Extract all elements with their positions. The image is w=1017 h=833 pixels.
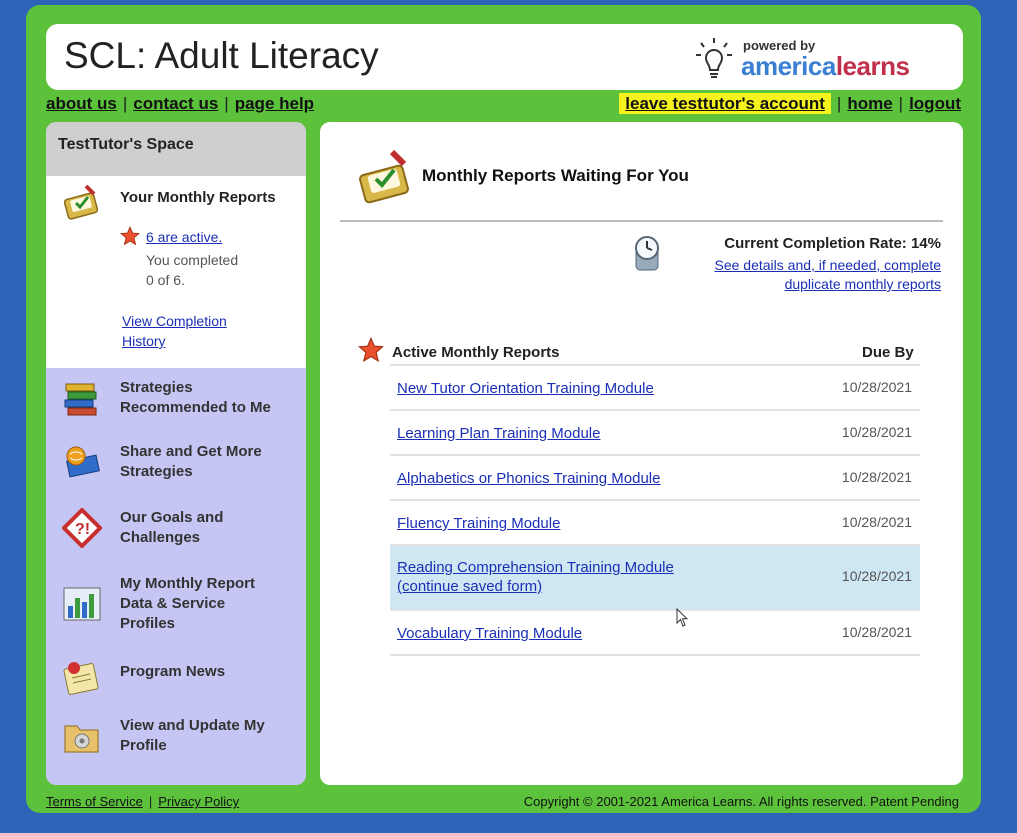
star-icon [358, 337, 384, 363]
due-date: 10/28/2021 [841, 514, 912, 530]
sidebar-item-label: Share and Get More Strategies [120, 443, 262, 480]
main-content: Monthly Reports Waiting For You Current … [320, 122, 963, 785]
sidebar-item-label: My Monthly Report Data & Service Profiles [120, 575, 255, 632]
books-icon [64, 383, 97, 416]
sidebar-item-share-strategies[interactable]: Share and Get More Strategies [46, 442, 306, 502]
table-row: Fluency Training Module 10/28/2021 [390, 499, 920, 544]
leave-account-link[interactable]: leave testtutor's account [619, 93, 831, 114]
table-row: Vocabulary Training Module 10/28/2021 [390, 609, 920, 654]
table-bottom-border [390, 654, 920, 656]
report-link[interactable]: Alphabetics or Phonics Training Module [397, 469, 660, 488]
privacy-policy-link[interactable]: Privacy Policy [158, 794, 239, 809]
header-bar: SCL: Adult Literacy powered by americale… [46, 24, 963, 90]
due-date: 10/28/2021 [841, 469, 912, 485]
due-date: 10/28/2021 [841, 568, 912, 584]
sidebar-item-strategies[interactable]: Strategies Recommended to Me [46, 378, 306, 438]
about-us-link[interactable]: about us [46, 94, 117, 113]
due-date: 10/28/2021 [841, 424, 912, 440]
star-icon [120, 226, 140, 246]
sidebar: TestTutor's Space Your Monthly Reports 6… [46, 122, 306, 785]
bottom-bar [0, 813, 1017, 833]
book-globe-icon [66, 446, 100, 478]
logout-link[interactable]: logout [909, 94, 961, 113]
copyright-text: Copyright © 2001-2021 America Learns. Al… [523, 794, 959, 809]
top-nav-left: about us | contact us | page help [46, 94, 315, 113]
stopwatch-icon [635, 236, 659, 271]
due-date: 10/28/2021 [841, 379, 912, 395]
sidebar-item-monthly-report-data[interactable]: My Monthly Report Data & Service Profiles [46, 574, 306, 638]
sidebar-item-label: View and Update My Profile [120, 717, 265, 754]
clipboard-pencil-icon [359, 149, 409, 204]
lightbulb-icon [696, 38, 732, 78]
report-link[interactable]: Learning Plan Training Module [397, 424, 600, 443]
reports-table: New Tutor Orientation Training Module 10… [390, 364, 920, 656]
svg-text:?!: ?! [75, 521, 90, 538]
divider [340, 220, 943, 222]
news-icon [63, 662, 99, 695]
sidebar-item-label: Strategies Recommended to Me [120, 379, 271, 416]
sidebar-item-update-profile[interactable]: View and Update My Profile [46, 716, 306, 776]
your-monthly-reports-label[interactable]: Your Monthly Reports [120, 189, 276, 206]
view-completion-history-link[interactable]: View Completion History [122, 311, 227, 351]
sidebar-item-goals[interactable]: ?! Our Goals and Challenges [46, 508, 306, 568]
contact-us-link[interactable]: contact us [133, 94, 218, 113]
sidebar-title: TestTutor's Space [46, 122, 306, 176]
top-nav-right: leave testtutor's account | home | logout [619, 93, 961, 114]
bar-chart-icon [63, 587, 101, 621]
america-learns-logo[interactable]: powered by americalearns [695, 34, 925, 81]
footer-links: Terms of Service | Privacy Policy [46, 794, 240, 809]
mouse-cursor-icon [676, 608, 689, 627]
active-reports-link[interactable]: 6 are active. [146, 229, 222, 245]
clipboard-pencil-icon[interactable] [62, 182, 102, 222]
table-header-active-reports: Active Monthly Reports [392, 344, 560, 361]
see-details-link[interactable]: See details and, if needed, complete dup… [671, 256, 942, 294]
terms-of-service-link[interactable]: Terms of Service [46, 794, 143, 809]
report-link[interactable]: New Tutor Orientation Training Module [397, 379, 654, 398]
sidebar-item-label: Program News [120, 663, 226, 680]
page-title: Monthly Reports Waiting For You [422, 166, 689, 185]
app-title: SCL: Adult Literacy [64, 35, 379, 76]
report-link[interactable]: Fluency Training Module [397, 514, 560, 533]
profile-folder-icon [64, 725, 99, 753]
home-link[interactable]: home [847, 94, 892, 113]
completion-rate: Current Completion Rate: 14% [724, 235, 941, 252]
monthly-reports-panel: Your Monthly Reports 6 are active. You c… [46, 176, 306, 368]
sidebar-item-label: Our Goals and Challenges [120, 509, 224, 546]
completed-count-text: You completed 0 of 6. [146, 252, 239, 288]
table-header-due-by: Due By [862, 344, 914, 361]
table-row: Alphabetics or Phonics Training Module 1… [390, 454, 920, 499]
due-date: 10/28/2021 [841, 624, 912, 640]
report-link[interactable]: Vocabulary Training Module [397, 624, 582, 643]
sidebar-item-program-news[interactable]: Program News [46, 662, 306, 722]
page-help-link[interactable]: page help [235, 94, 314, 113]
report-link[interactable]: Reading Comprehension Training Module (c… [397, 558, 674, 596]
table-row: Reading Comprehension Training Module (c… [390, 544, 920, 609]
brand-name: americalearns [741, 51, 910, 81]
warning-sign-icon: ?! [62, 508, 102, 548]
table-row: Learning Plan Training Module 10/28/2021 [390, 409, 920, 454]
table-row: New Tutor Orientation Training Module 10… [390, 364, 920, 409]
